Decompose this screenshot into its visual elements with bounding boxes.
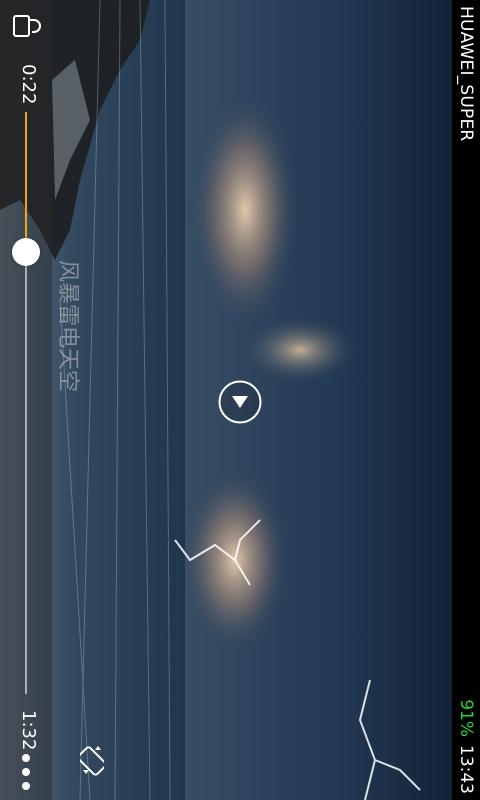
battery-level: 91% bbox=[456, 699, 476, 737]
status-bar-content: HUAWEI_SUPER 91% 13:43 bbox=[452, 0, 480, 800]
status-right: 91% 13:43 bbox=[456, 699, 476, 794]
carrier-name: HUAWEI_SUPER bbox=[456, 6, 476, 142]
seek-bar-thumb[interactable] bbox=[12, 237, 40, 266]
video-title: 风暴雷电天空 bbox=[55, 260, 80, 393]
clock: 13:43 bbox=[456, 745, 476, 794]
rotate-screen-icon[interactable] bbox=[80, 744, 104, 778]
player-controls: 0:22 1:32 bbox=[0, 0, 52, 800]
video-title-container: 风暴雷电天空 bbox=[54, 260, 80, 500]
player-controls-content: 0:22 1:32 bbox=[0, 0, 52, 800]
more-icon[interactable] bbox=[17, 752, 35, 792]
lock-icon[interactable] bbox=[12, 14, 42, 38]
total-duration: 1:32 bbox=[18, 710, 39, 751]
status-bar: HUAWEI_SUPER 91% 13:43 bbox=[452, 0, 480, 800]
play-icon[interactable] bbox=[217, 379, 263, 425]
seek-bar-progress bbox=[25, 112, 27, 252]
elapsed-time: 0:22 bbox=[18, 64, 39, 105]
seek-bar[interactable] bbox=[25, 112, 27, 694]
